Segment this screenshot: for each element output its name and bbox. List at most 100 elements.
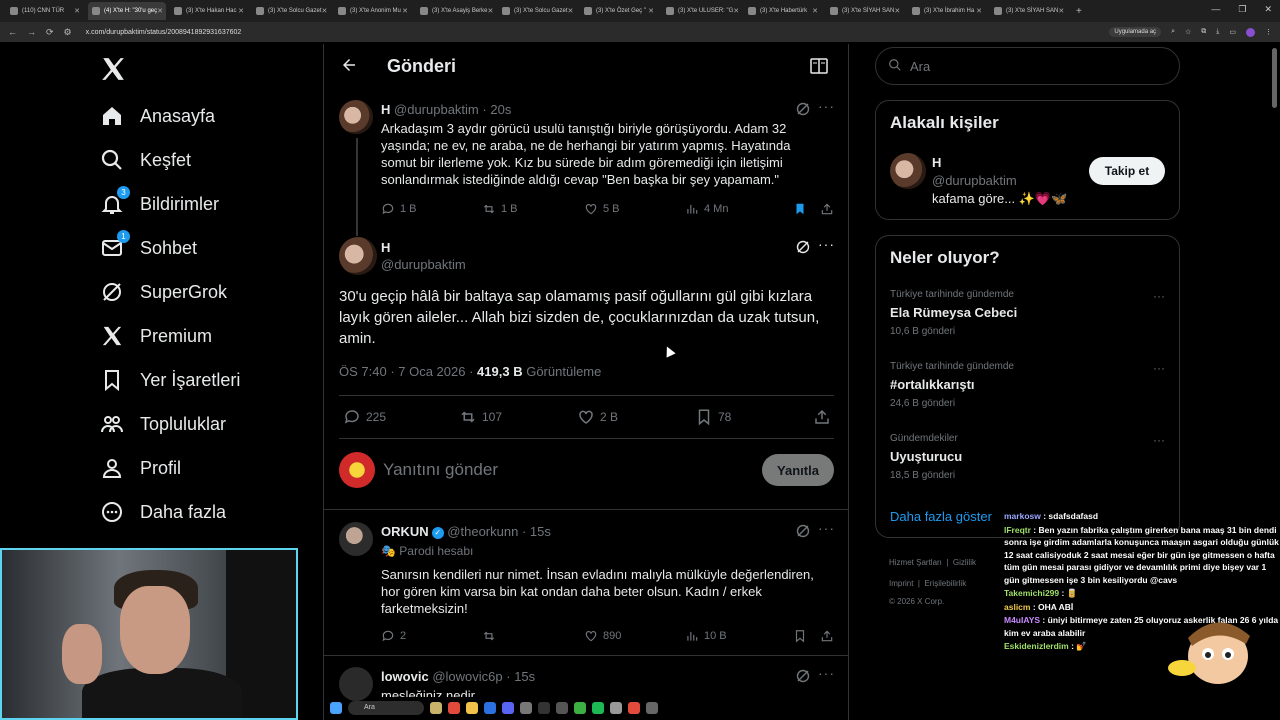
share-button[interactable] (813, 408, 831, 426)
open-in-app-button[interactable]: Uygulamada aç (1109, 27, 1162, 37)
close-tab-icon[interactable]: ✕ (1058, 7, 1064, 15)
star-icon[interactable]: ☆ (1185, 28, 1191, 36)
search-input[interactable]: Ara (875, 47, 1180, 85)
more-options-icon[interactable]: ··· (1153, 433, 1165, 447)
avatar[interactable] (339, 522, 373, 556)
close-tab-icon[interactable]: ✕ (648, 7, 654, 15)
nav-item[interactable]: Daha fazla (100, 492, 226, 532)
sidebar-icon[interactable]: ▭ (1229, 28, 1236, 36)
author-handle[interactable]: @theorkunn (447, 524, 518, 539)
browser-tab[interactable]: (3) X'te Anonim Mu ✕ (334, 2, 412, 20)
browser-tab[interactable]: (3) X'te SİYAH SAN ✕ (990, 2, 1068, 20)
grok-icon[interactable] (796, 524, 810, 538)
download-icon[interactable]: ⤓ (1216, 28, 1219, 36)
minimize-icon[interactable]: — (1211, 4, 1220, 15)
browser-tab[interactable]: (4) X'te H: "30'u geç ✕ (88, 2, 166, 20)
chrome-icon[interactable] (448, 702, 460, 714)
author-name[interactable]: lowovic (381, 669, 429, 684)
share-button[interactable] (820, 629, 834, 643)
restore-icon[interactable]: ❐ (1238, 4, 1246, 15)
close-tab-icon[interactable]: ✕ (488, 7, 494, 15)
browser-tab[interactable]: (3) X'te Solcu Gazet ✕ (498, 2, 576, 20)
nav-item[interactable]: Profil (100, 448, 181, 488)
site-info-icon[interactable]: ⚙ (64, 27, 72, 38)
browser-tab[interactable]: (3) X'te SİYAH SAN ✕ (826, 2, 904, 20)
browser-tab[interactable]: (110) CNN TÜR ✕ (6, 2, 84, 20)
menu-icon[interactable]: ⋮ (1265, 28, 1272, 36)
folder-icon[interactable] (466, 702, 478, 714)
privacy-link[interactable]: Gizlilik (953, 558, 976, 567)
reload-icon[interactable]: ⟳ (46, 27, 54, 38)
start-icon[interactable] (330, 702, 342, 714)
follow-button[interactable]: Takip et (1089, 157, 1165, 185)
avatar[interactable] (339, 237, 377, 275)
more-options-icon[interactable]: ··· (818, 236, 835, 252)
imprint-link[interactable]: Imprint (889, 579, 913, 588)
browser-tab[interactable]: (3) X'te Özet Geç " ✕ (580, 2, 658, 20)
author-name[interactable]: ORKUN (381, 524, 429, 539)
discord-icon[interactable] (502, 702, 514, 714)
share-button[interactable] (820, 202, 834, 216)
close-tab-icon[interactable]: ✕ (322, 7, 328, 15)
avatar[interactable] (890, 153, 926, 189)
grok-icon[interactable] (796, 240, 810, 254)
browser-tab[interactable]: (3) X'te Habertürk ✕ (744, 2, 822, 20)
reply-button[interactable]: 1 B (381, 202, 482, 216)
profile-avatar[interactable] (1246, 27, 1255, 37)
nav-item[interactable]: 1 Sohbet (100, 228, 197, 268)
forward-nav-icon[interactable]: → (27, 27, 36, 37)
author-name[interactable]: H (381, 102, 390, 117)
bookmark-button[interactable]: 78 (695, 408, 813, 426)
close-tab-icon[interactable]: ✕ (976, 7, 982, 15)
edge-icon[interactable] (484, 702, 496, 714)
related-user[interactable]: H @durupbaktim kafama göre... ✨💗🦋 (932, 155, 1067, 207)
nav-item[interactable]: Yer İşaretleri (100, 360, 240, 400)
close-tab-icon[interactable]: ✕ (894, 7, 900, 15)
views-stat[interactable]: 4 Mn (685, 202, 793, 216)
browser-tab[interactable]: (3) X'te Asayiş Berke ✕ (416, 2, 494, 20)
app-icon[interactable] (628, 702, 640, 714)
reply-submit-button[interactable]: Yanıtla (762, 454, 834, 486)
widgets-icon[interactable] (430, 702, 442, 714)
close-tab-icon[interactable]: ✕ (402, 7, 408, 15)
close-tab-icon[interactable]: ✕ (812, 7, 818, 15)
views-stat[interactable]: 10 B (685, 629, 793, 643)
tweet-time[interactable]: ÖS 7:40 (339, 364, 387, 379)
reply-input[interactable]: Yanıtını gönder (383, 460, 498, 480)
repost-button[interactable]: 1 B (482, 202, 584, 216)
nav-item[interactable]: Keşfet (100, 140, 191, 180)
like-button[interactable]: 5 B (584, 202, 685, 216)
x-logo-icon[interactable] (100, 56, 126, 90)
url-field[interactable]: x.com/durupbaktim/status/200894189293163… (86, 29, 242, 36)
avatar[interactable] (339, 100, 373, 134)
more-options-icon[interactable]: ··· (818, 665, 835, 681)
app-icon[interactable] (556, 702, 568, 714)
more-options-icon[interactable]: ··· (818, 98, 835, 114)
author-handle[interactable]: @lowovic6p (432, 669, 502, 684)
app-icon[interactable] (574, 702, 586, 714)
browser-tab[interactable]: (3) X'te Hakan Hac ✕ (170, 2, 248, 20)
app-icon[interactable] (646, 702, 658, 714)
avatar[interactable] (339, 667, 373, 701)
grok-icon[interactable] (796, 102, 810, 116)
accessibility-link[interactable]: Erişilebilirlik (924, 579, 966, 588)
tweet-time[interactable]: 15s (514, 669, 535, 684)
extensions-icon[interactable]: ⧉ (1201, 28, 1206, 36)
author-name[interactable]: H (381, 240, 466, 255)
browser-tab[interactable]: (3) X'te Solcu Gazet ✕ (252, 2, 330, 20)
nav-item[interactable]: Premium (100, 316, 212, 356)
reply-button[interactable]: 2 (381, 629, 482, 643)
zoom-icon[interactable]: ⌕ (1171, 28, 1175, 36)
nav-item[interactable]: SuperGrok (100, 272, 227, 312)
bookmark-button[interactable] (793, 202, 820, 216)
reader-mode-icon[interactable] (810, 58, 828, 74)
tweet-time[interactable]: 15s (530, 524, 551, 539)
close-tab-icon[interactable]: ✕ (733, 7, 739, 15)
page-scrollbar[interactable] (1272, 48, 1277, 108)
nav-item[interactable]: Anasayfa (100, 96, 215, 136)
nav-item[interactable]: 3 Bildirimler (100, 184, 219, 224)
show-more-link[interactable]: Daha fazla göster (890, 509, 992, 524)
taskbar-search[interactable]: Ara (348, 701, 424, 715)
close-tab-icon[interactable]: ✕ (568, 7, 574, 15)
like-button[interactable]: 890 (584, 629, 685, 643)
